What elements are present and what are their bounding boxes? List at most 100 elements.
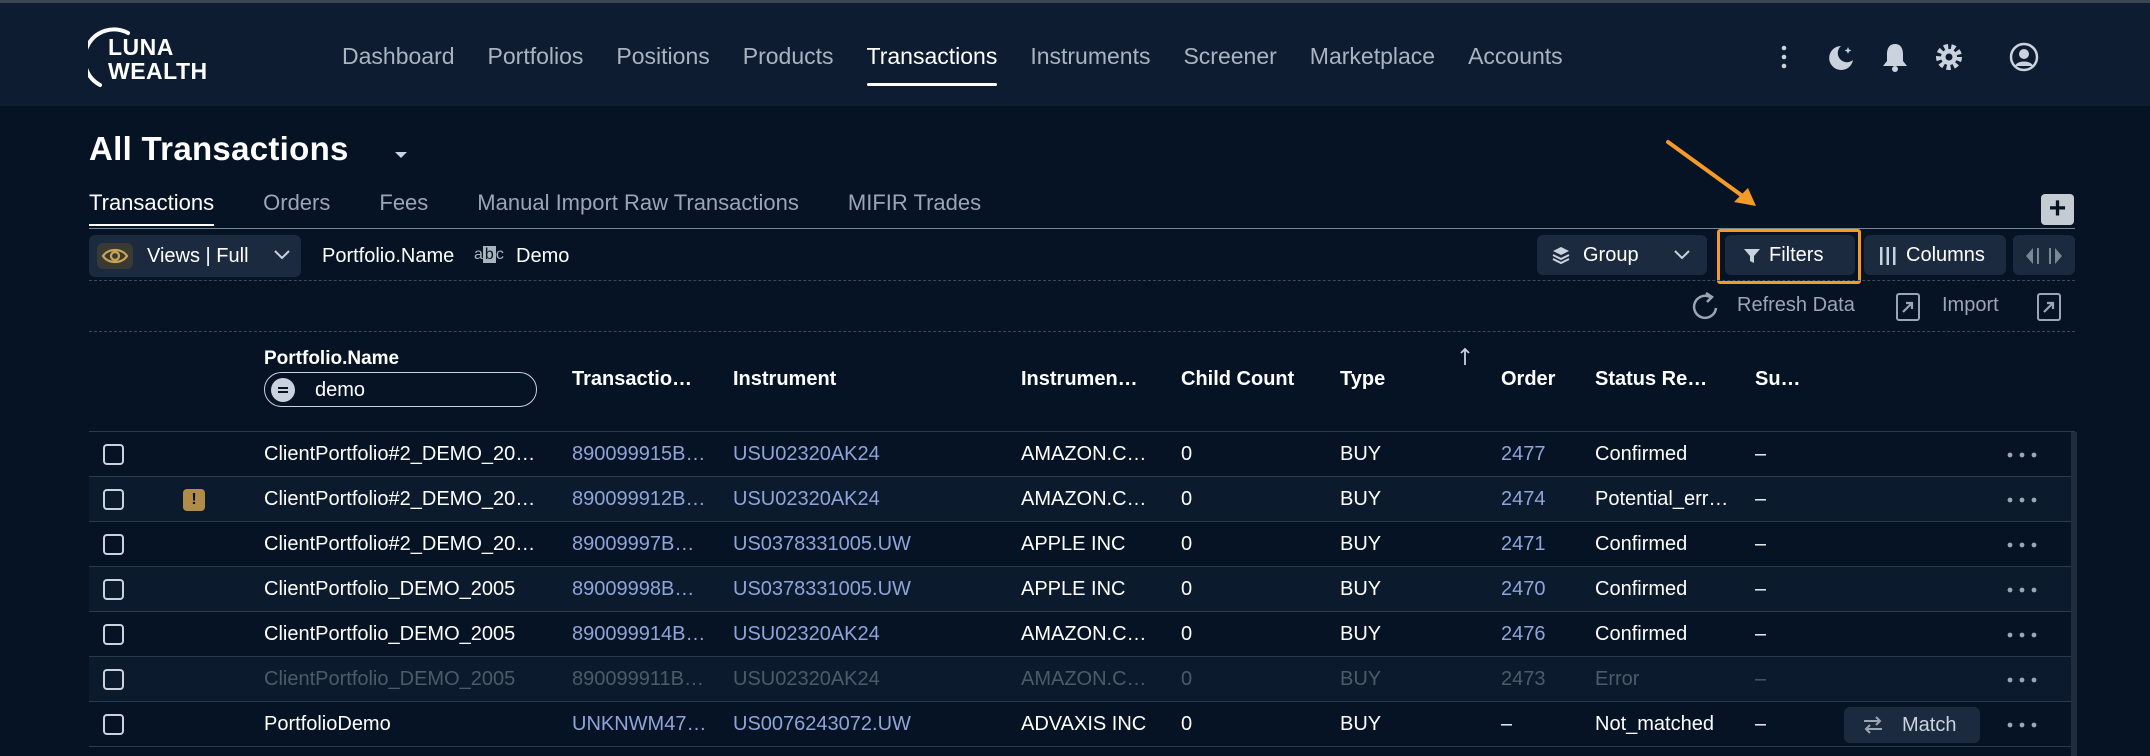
cell-instrument[interactable]: USU02320AK24	[733, 443, 880, 466]
table-row[interactable]: ClientPortfolio#2_DEMO_20… 89009997B… US03…	[89, 522, 2071, 567]
nav-marketplace[interactable]: Marketplace	[1310, 3, 1435, 109]
group-button[interactable]: Group	[1537, 235, 1707, 275]
table-row[interactable]: PortfolioDemo UNKNWM47… US0076243072.UW ADV…	[89, 702, 2071, 747]
row-checkbox[interactable]	[103, 714, 124, 735]
tab-manual-import[interactable]: Manual Import Raw Transactions	[477, 190, 799, 228]
cell-transaction[interactable]: 89009998B…	[572, 578, 694, 601]
active-filter-value[interactable]: Demo	[516, 245, 569, 268]
cell-child-count: 0	[1181, 668, 1193, 690]
cell-type: BUY	[1340, 713, 1382, 735]
row-more-icon[interactable]	[2007, 632, 2037, 638]
nav-portfolios[interactable]: Portfolios	[488, 3, 584, 109]
title-dropdown-caret-icon[interactable]	[393, 150, 409, 160]
cell-order[interactable]: 2471	[1501, 533, 1546, 556]
settings-gear-icon[interactable]	[1933, 41, 1965, 73]
row-checkbox[interactable]	[103, 579, 124, 600]
collapse-panels-button[interactable]	[2013, 235, 2075, 275]
sub-tabs: Transactions Orders Fees Manual Import R…	[89, 190, 1030, 228]
main-nav: Dashboard Portfolios Positions Products …	[342, 3, 1596, 109]
row-more-icon[interactable]	[2007, 497, 2037, 503]
more-vertical-icon[interactable]	[1779, 43, 1789, 71]
cell-transaction[interactable]: 890099912B…	[572, 488, 705, 511]
add-tab-button[interactable]: +	[2041, 194, 2074, 225]
header-child-count[interactable]: Child Count	[1181, 368, 1294, 391]
cell-instrument[interactable]: USU02320AK24	[733, 668, 880, 691]
cell-order[interactable]: –	[1501, 713, 1512, 736]
table-row[interactable]: ClientPortfolio_DEMO_2005 890099911B… USU0…	[89, 657, 2071, 702]
header-transaction[interactable]: Transactio…	[572, 368, 692, 391]
portfolio-name-filter[interactable]	[264, 372, 537, 407]
table-row[interactable]: ClientPortfolio#2_DEMO_20… 890099915B… USU…	[89, 432, 2071, 477]
nav-products[interactable]: Products	[743, 3, 834, 109]
portfolio-name-filter-input[interactable]	[315, 378, 515, 402]
row-checkbox[interactable]	[103, 489, 124, 510]
row-checkbox[interactable]	[103, 624, 124, 645]
cell-portfolio-name: ClientPortfolio_DEMO_2005	[264, 668, 516, 690]
user-profile-icon[interactable]	[2008, 41, 2040, 73]
header-order[interactable]: Order	[1501, 368, 1555, 391]
cell-transaction[interactable]: 890099915B…	[572, 443, 705, 466]
active-filter-field[interactable]: Portfolio.Name	[322, 245, 454, 268]
cell-order[interactable]: 2474	[1501, 488, 1546, 511]
header-instrument[interactable]: Instrument	[733, 368, 836, 391]
cell-instrument[interactable]: US0076243072.UW	[733, 713, 911, 736]
cell-order[interactable]: 2473	[1501, 668, 1546, 691]
views-label: Views | Full	[147, 245, 249, 267]
import-icon[interactable]	[1895, 292, 1921, 322]
dark-mode-moon-icon[interactable]	[1826, 43, 1856, 73]
cell-transaction[interactable]: 890099914B…	[572, 623, 705, 646]
columns-button[interactable]: Columns	[1864, 235, 2006, 275]
import-button[interactable]: Import	[1942, 294, 1999, 317]
row-checkbox[interactable]	[103, 444, 124, 465]
row-more-icon[interactable]	[2007, 542, 2037, 548]
row-more-icon[interactable]	[2007, 587, 2037, 593]
cell-transaction[interactable]: 89009997B…	[572, 533, 694, 556]
nav-transactions[interactable]: Transactions	[866, 3, 997, 109]
cell-instrument[interactable]: USU02320AK24	[733, 623, 880, 646]
nav-instruments[interactable]: Instruments	[1030, 3, 1150, 109]
cell-status: Confirmed	[1595, 533, 1688, 555]
cell-instrument[interactable]: US0378331005.UW	[733, 533, 911, 556]
nav-screener[interactable]: Screener	[1183, 3, 1276, 109]
cell-order[interactable]: 2477	[1501, 443, 1546, 466]
table-row[interactable]: ClientPortfolio_DEMO_2005 890099914B… USU0…	[89, 612, 2071, 657]
cell-instrument-name: AMAZON.C…	[1021, 443, 1147, 465]
cell-order[interactable]: 2476	[1501, 623, 1546, 646]
row-more-icon[interactable]	[2007, 722, 2037, 728]
luna-wealth-logo[interactable]: LUNA WEALTH	[88, 27, 218, 91]
cell-order[interactable]: 2470	[1501, 578, 1546, 601]
row-checkbox[interactable]	[103, 669, 124, 690]
notifications-bell-icon[interactable]	[1880, 41, 1910, 73]
match-button[interactable]: Match	[1844, 707, 1980, 743]
row-more-icon[interactable]	[2007, 452, 2037, 458]
export-icon[interactable]	[2036, 292, 2062, 322]
cell-transaction[interactable]: 890099911B…	[572, 668, 704, 691]
header-type[interactable]: Type	[1340, 368, 1385, 391]
nav-positions[interactable]: Positions	[616, 3, 709, 109]
cell-portfolio-name: ClientPortfolio#2_DEMO_20…	[264, 443, 536, 465]
views-dropdown[interactable]: Views | Full	[89, 235, 301, 277]
cell-instrument[interactable]: USU02320AK24	[733, 488, 880, 511]
nav-dashboard[interactable]: Dashboard	[342, 3, 455, 109]
header-status[interactable]: Status Re…	[1595, 368, 1707, 391]
sort-ascending-icon[interactable]	[1459, 347, 1471, 367]
tab-transactions[interactable]: Transactions	[89, 190, 215, 228]
tab-orders[interactable]: Orders	[263, 190, 330, 228]
cell-instrument[interactable]: US0378331005.UW	[733, 578, 911, 601]
table-scrollbar[interactable]	[2071, 432, 2077, 756]
row-more-icon[interactable]	[2007, 677, 2037, 683]
cell-status: Confirmed	[1595, 623, 1688, 645]
tab-mifir-trades[interactable]: MIFIR Trades	[848, 190, 981, 228]
header-portfolio-name[interactable]: Portfolio.Name	[264, 348, 399, 370]
table-row[interactable]: ! ClientPortfolio#2_DEMO_20… 890099912B… US…	[89, 477, 2071, 522]
nav-accounts[interactable]: Accounts	[1468, 3, 1563, 109]
header-instrument-name[interactable]: Instrumen…	[1021, 368, 1138, 391]
table-row[interactable]: ClientPortfolio_DEMO_2005 89009998B… US037…	[89, 567, 2071, 612]
cell-sub: –	[1755, 623, 1767, 645]
refresh-data-button[interactable]: Refresh Data	[1737, 294, 1855, 317]
cell-transaction[interactable]: UNKNWM47…	[572, 713, 706, 736]
header-sub[interactable]: Su…	[1755, 368, 1801, 391]
refresh-icon[interactable]	[1690, 292, 1722, 322]
row-checkbox[interactable]	[103, 534, 124, 555]
tab-fees[interactable]: Fees	[379, 190, 428, 228]
